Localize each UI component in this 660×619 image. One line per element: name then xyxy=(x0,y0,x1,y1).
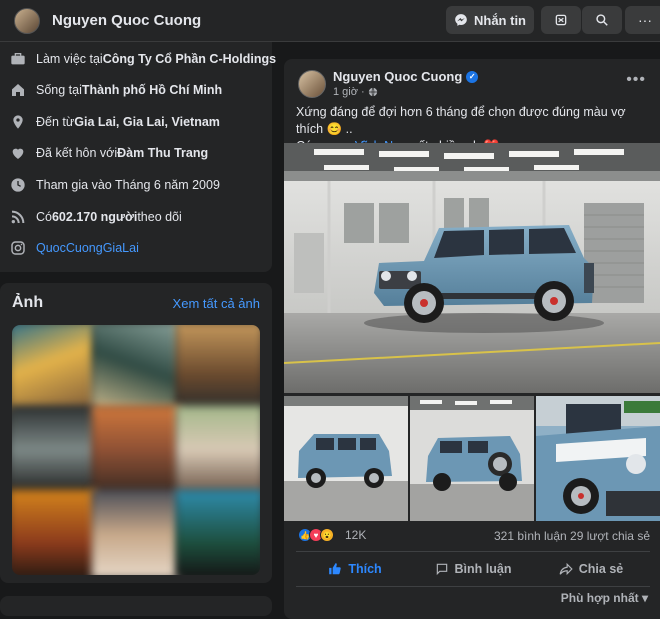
globe-icon xyxy=(368,87,377,97)
intro-instagram[interactable]: QuocCuongGiaLai xyxy=(10,238,139,258)
post-photo-row xyxy=(284,396,660,521)
verified-badge-icon: ✓ xyxy=(466,70,479,83)
intro-card: Làm việc tại Công Ty Cổ Phần C-Holdings … xyxy=(0,42,276,272)
photo-thumbnail[interactable] xyxy=(12,489,97,575)
post-actions: Thích Bình luận Chia sẻ xyxy=(296,556,650,582)
location-pin-icon xyxy=(10,114,26,130)
intro-lives-in[interactable]: Sống tại Thành phố Hồ Chí Minh xyxy=(10,80,222,100)
photo-thumbnail[interactable] xyxy=(175,325,260,411)
like-button[interactable]: Thích xyxy=(296,556,414,582)
photos-title: Ảnh xyxy=(12,294,44,311)
clip-button[interactable] xyxy=(541,6,581,34)
photo-thumbnail[interactable] xyxy=(92,489,180,575)
post-author-name[interactable]: Nguyen Quoc Cuong xyxy=(333,69,462,84)
search-icon xyxy=(596,14,608,26)
share-button[interactable]: Chia sẻ xyxy=(532,556,650,582)
comment-button[interactable]: Bình luận xyxy=(414,556,532,582)
profile-header-bar: Nguyen Quoc Cuong Nhắn tin ··· xyxy=(0,0,660,42)
clip-icon xyxy=(555,14,567,26)
comment-count-link[interactable]: 321 bình luận xyxy=(494,529,567,543)
rss-icon xyxy=(10,209,26,225)
post-timestamp[interactable]: 1 giờ · xyxy=(333,86,378,98)
intro-followers[interactable]: Có 602.170 người theo dõi xyxy=(10,207,182,227)
post-photo-thumbnail[interactable] xyxy=(284,396,408,521)
more-options-button[interactable]: ··· xyxy=(625,6,660,34)
post-author-avatar[interactable] xyxy=(298,70,326,98)
intro-from[interactable]: Đến từ Gia Lai, Gia Lai, Vietnam xyxy=(10,112,220,132)
intro-work[interactable]: Làm việc tại Công Ty Cổ Phần C-Holdings xyxy=(10,49,276,69)
briefcase-icon xyxy=(10,51,26,67)
car-showroom-image xyxy=(284,143,660,393)
photo-thumbnail[interactable] xyxy=(92,325,180,411)
intro-relationship[interactable]: Đã kết hôn với Đàm Thu Trang xyxy=(10,143,208,163)
photo-thumbnail[interactable] xyxy=(12,325,97,411)
car-rear-image xyxy=(410,396,534,521)
photo-thumbnail[interactable] xyxy=(175,489,260,575)
reaction-count: 12K xyxy=(345,528,367,542)
photo-thumbnail[interactable] xyxy=(175,405,260,495)
message-button[interactable]: Nhắn tin xyxy=(446,6,534,34)
next-card-edge xyxy=(0,596,272,616)
photo-thumbnail[interactable] xyxy=(12,405,97,495)
post-photo-main[interactable] xyxy=(284,143,660,393)
more-dots-icon: ··· xyxy=(638,12,652,28)
post-photo-thumbnail[interactable] xyxy=(536,396,660,521)
reaction-summary[interactable]: 👍 ♥ 😮 12K xyxy=(298,528,366,542)
instagram-icon xyxy=(10,240,26,256)
home-icon xyxy=(10,82,26,98)
thumbs-up-icon xyxy=(329,563,342,575)
car-front-closeup-image xyxy=(536,396,660,521)
share-icon xyxy=(559,562,573,576)
photos-card: Ảnh Xem tất cả ảnh xyxy=(0,283,272,583)
search-button[interactable] xyxy=(582,6,622,34)
car-side-image xyxy=(284,396,408,521)
wow-reaction-icon: 😮 xyxy=(320,528,334,542)
clock-icon xyxy=(10,177,26,193)
profile-name[interactable]: Nguyen Quoc Cuong xyxy=(52,12,201,29)
divider xyxy=(296,551,650,552)
intro-joined: Tham gia vào Tháng 6 năm 2009 xyxy=(10,175,220,195)
photo-grid xyxy=(12,325,260,575)
post-more-icon[interactable]: ••• xyxy=(626,71,646,89)
instagram-link[interactable]: QuocCuongGiaLai xyxy=(36,241,139,255)
share-count-link[interactable]: 29 lượt chia sẻ xyxy=(570,529,650,543)
comment-icon xyxy=(436,563,447,576)
post-author[interactable]: Nguyen Quoc Cuong ✓ xyxy=(333,69,479,84)
caret-down-icon: ▾ xyxy=(641,591,648,605)
divider xyxy=(296,586,650,587)
comment-sort-dropdown[interactable]: Phù hợp nhất ▾ xyxy=(561,591,648,605)
post-stats: 321 bình luận 29 lượt chia sẻ xyxy=(494,529,650,543)
profile-avatar[interactable] xyxy=(14,8,40,34)
heart-icon xyxy=(10,145,26,161)
message-button-label: Nhắn tin xyxy=(474,12,526,28)
photo-thumbnail[interactable] xyxy=(92,405,180,495)
messenger-icon xyxy=(455,14,467,26)
post-photo-thumbnail[interactable] xyxy=(410,396,534,521)
see-all-photos-link[interactable]: Xem tất cả ảnh xyxy=(173,296,260,311)
